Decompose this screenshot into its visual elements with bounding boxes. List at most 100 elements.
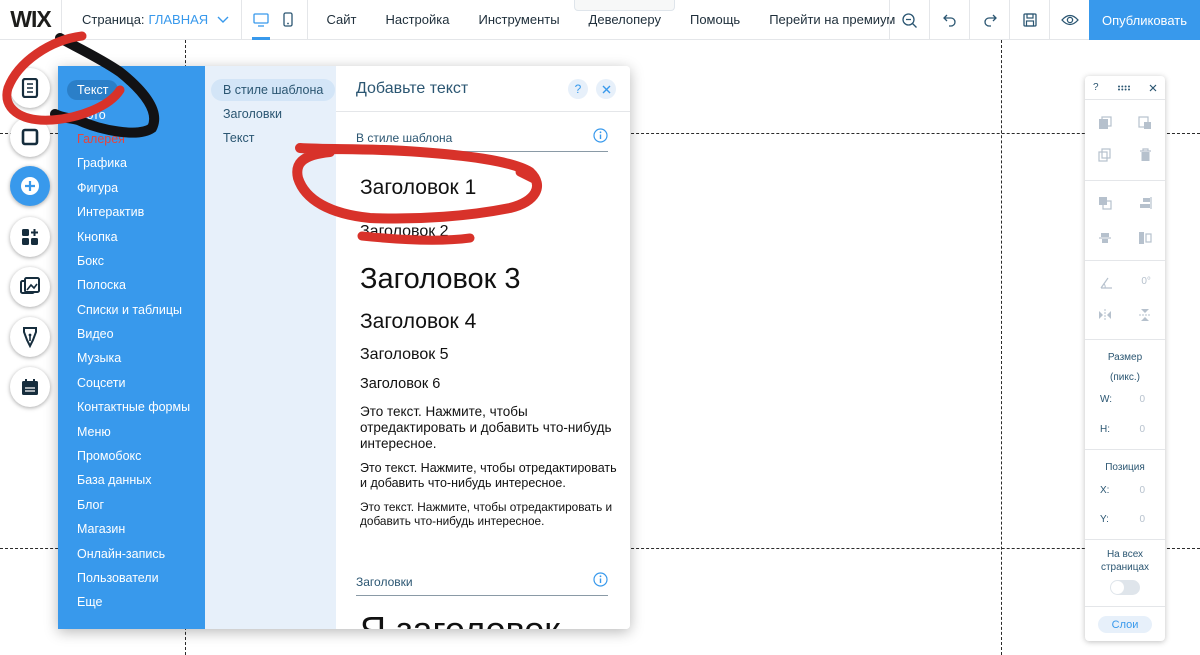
undo-button[interactable] [929, 0, 969, 40]
desktop-icon [253, 12, 269, 27]
pages-icon [21, 78, 39, 98]
subcategory-headings[interactable]: Заголовки [205, 102, 336, 126]
trash-icon[interactable] [1139, 148, 1152, 162]
size-label: Размер [1107, 352, 1143, 363]
menu-settings[interactable]: Настройка [371, 0, 464, 40]
menu-site[interactable]: Сайт [312, 0, 371, 40]
subcategory-theme-style[interactable]: В стиле шаблона [205, 78, 336, 102]
desktop-view-button[interactable] [250, 0, 272, 40]
zoom-button[interactable] [889, 0, 929, 40]
copy-style-icon[interactable] [1098, 116, 1112, 130]
preview-button[interactable] [1049, 0, 1089, 40]
mobile-view-button[interactable] [277, 0, 299, 40]
tools-row-distribute [1085, 231, 1165, 245]
heading-5-sample[interactable]: Заголовок 5 [360, 346, 449, 364]
divider [1085, 539, 1165, 540]
heading-1-sample[interactable]: Заголовок 1 [360, 176, 476, 200]
divider [1085, 260, 1165, 261]
category-interactive[interactable]: Интерактив [58, 200, 205, 224]
heading-2-sample[interactable]: Заголовок 2 [360, 223, 449, 241]
category-gallery[interactable]: Галерея [58, 127, 205, 151]
section-title-theme-style: В стиле шаблона [356, 128, 608, 152]
redo-button[interactable] [969, 0, 1009, 40]
category-graphics[interactable]: Графика [58, 151, 205, 175]
wix-logo[interactable]: WIX [0, 0, 62, 40]
info-icon[interactable] [593, 128, 608, 143]
arrange-icon[interactable] [1098, 196, 1112, 210]
duplicate-icon[interactable] [1098, 148, 1112, 162]
all-pages-label: На всех страницах [1100, 549, 1150, 573]
media-icon [20, 277, 40, 294]
paragraph-3-sample[interactable]: Это текст. Нажмите, чтобы отредактироват… [360, 500, 622, 528]
size-unit-label: (пикс.) [1110, 372, 1140, 383]
category-online-booking[interactable]: Онлайн-запись [58, 541, 205, 565]
menu-help[interactable]: Помощь [675, 0, 754, 40]
category-blog[interactable]: Блог [58, 493, 205, 517]
heading-6-sample[interactable]: Заголовок 6 [360, 376, 440, 392]
heading-4-sample[interactable]: Заголовок 4 [360, 310, 476, 334]
category-more[interactable]: Еще [58, 590, 205, 614]
paragraph-1-sample[interactable]: Это текст. Нажмите, чтобы отредактироват… [360, 404, 615, 453]
toolbar-tools [889, 0, 1089, 40]
media-button[interactable] [10, 267, 50, 307]
category-store[interactable]: Магазин [58, 517, 205, 541]
help-button[interactable]: ? [568, 79, 588, 99]
flip-vertical-icon[interactable] [1138, 308, 1152, 322]
category-contact-forms[interactable]: Контактные формы [58, 395, 205, 419]
divider [1085, 180, 1165, 181]
all-pages-toggle[interactable] [1110, 580, 1140, 595]
subcategory-text[interactable]: Текст [205, 126, 336, 150]
bookings-icon [22, 379, 38, 395]
category-text[interactable]: Текст [58, 78, 205, 102]
pages-button[interactable] [10, 68, 50, 108]
background-button[interactable] [10, 117, 50, 157]
category-lists-tables[interactable]: Списки и таблицы [58, 298, 205, 322]
category-button[interactable]: Кнопка [58, 224, 205, 248]
drag-handle-icon[interactable] [1117, 85, 1131, 91]
big-heading-sample[interactable]: Я заголовок [360, 609, 560, 629]
distribute-icon[interactable] [1098, 231, 1112, 245]
divider [1085, 339, 1165, 340]
paragraph-2-sample[interactable]: Это текст. Нажмите, чтобы отредактироват… [360, 461, 622, 491]
category-social[interactable]: Соцсети [58, 371, 205, 395]
layers-button[interactable]: Слои [1098, 616, 1152, 633]
category-video[interactable]: Видео [58, 322, 205, 346]
menu-tools[interactable]: Инструменты [464, 0, 574, 40]
save-button[interactable] [1009, 0, 1049, 40]
category-photo[interactable]: Фото [58, 102, 205, 126]
tools-help-button[interactable]: ? [1093, 82, 1099, 93]
flip-horizontal-icon[interactable] [1098, 308, 1112, 322]
panel-title: Добавьте текст [356, 79, 469, 97]
divider [1085, 449, 1165, 450]
bookings-button[interactable] [10, 367, 50, 407]
menu-developer[interactable]: Девелоперу [574, 0, 676, 40]
page-selector[interactable]: Страница: ГЛАВНАЯ [62, 0, 242, 40]
category-promobox[interactable]: Промобокс [58, 444, 205, 468]
align-icon[interactable] [1138, 196, 1152, 210]
close-button[interactable] [596, 79, 616, 99]
zoom-out-icon [902, 12, 917, 28]
publish-button[interactable]: Опубликовать [1089, 0, 1200, 40]
position-label: Позиция [1105, 462, 1145, 473]
match-size-icon[interactable] [1138, 231, 1152, 245]
paste-style-icon[interactable] [1138, 116, 1152, 130]
category-members[interactable]: Пользователи [58, 566, 205, 590]
category-database[interactable]: База данных [58, 468, 205, 492]
device-switch [242, 0, 308, 40]
category-menu[interactable]: Меню [58, 419, 205, 443]
add-button[interactable] [10, 166, 50, 206]
rotate-angle-icon[interactable] [1099, 276, 1113, 290]
blog-button[interactable] [10, 317, 50, 357]
category-shape[interactable]: Фигура [58, 176, 205, 200]
tools-row-duplicate [1085, 148, 1165, 162]
category-box[interactable]: Бокс [58, 249, 205, 273]
info-icon[interactable] [593, 572, 608, 587]
main-menu: Сайт Настройка Инструменты Девелоперу По… [312, 0, 910, 40]
apps-button[interactable] [10, 217, 50, 257]
menu-upgrade[interactable]: Перейти на премиум [755, 0, 910, 40]
angle-value[interactable]: 0° [1141, 276, 1151, 290]
category-strip[interactable]: Полоска [58, 273, 205, 297]
category-music[interactable]: Музыка [58, 346, 205, 370]
heading-3-sample[interactable]: Заголовок 3 [360, 263, 521, 296]
close-icon[interactable] [1149, 84, 1157, 92]
